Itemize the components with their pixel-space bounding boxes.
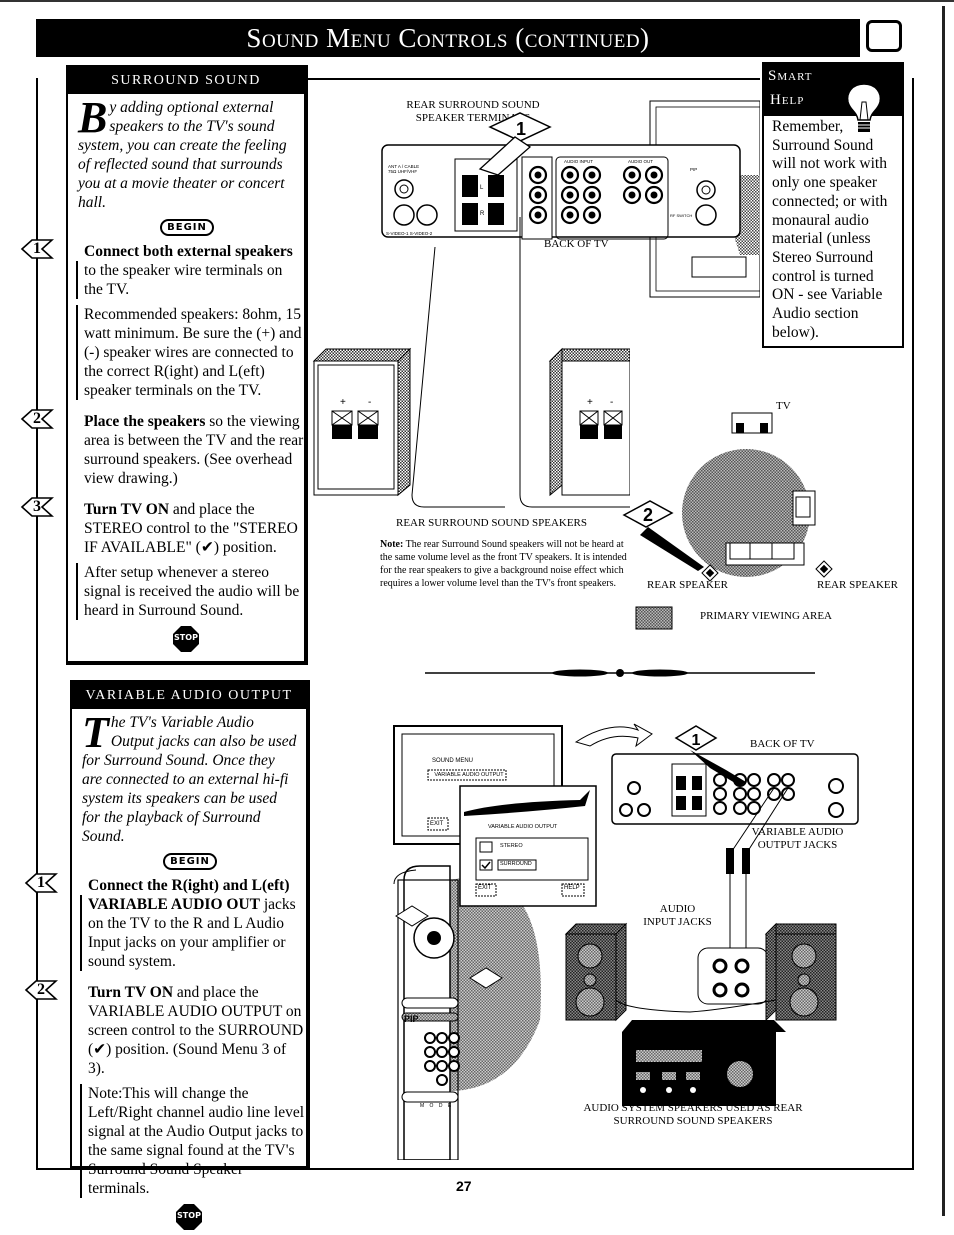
page-right-rule	[942, 6, 945, 1216]
amp-input-plate	[697, 947, 769, 1005]
step-1-extra: Recommended speakers: 8ohm, 15 watt mini…	[76, 305, 304, 400]
stop-sign-icon: STOP	[173, 626, 199, 652]
step-number-badge: 1	[20, 238, 54, 260]
option-surround[interactable]: SURROUND	[500, 861, 532, 867]
va-step-2: 2 Turn TV ON and place the VARIABLE AUDI…	[24, 980, 306, 1078]
rear-speaker-left-label: REAR SPEAKER	[647, 579, 728, 591]
submenu-exit[interactable]: EXIT	[478, 885, 491, 891]
rear-speakers-caption: REAR SURROUND SOUND SPEAKERS	[396, 517, 588, 529]
amplifier	[622, 1020, 786, 1106]
stop-sign-icon: STOP	[176, 1204, 202, 1230]
legend-swatch	[635, 606, 673, 630]
page-top-rule	[0, 0, 954, 2]
svg-text:AUDIO OUT: AUDIO OUT	[628, 159, 653, 164]
back-panel	[381, 144, 741, 238]
step-1-bold: Connect both external speakers	[84, 243, 293, 260]
rear-speakers-drawing: + - + -	[312, 347, 630, 497]
svg-text:R: R	[480, 211, 485, 217]
option-stereo[interactable]: STEREO	[500, 843, 523, 849]
step-number-badge: 2	[24, 979, 58, 1001]
svg-text:75Ω UHF/VHF: 75Ω UHF/VHF	[388, 169, 417, 174]
step-1-body: to the speaker wire terminals on the TV.	[76, 261, 304, 299]
svg-text:1: 1	[692, 732, 701, 749]
tv-label: TV	[776, 400, 791, 412]
svg-text:-: -	[368, 397, 371, 408]
variable-jacks-label: VARIABLE AUDIO OUTPUT JACKS	[751, 826, 844, 851]
audio-speaker-left	[564, 922, 628, 1022]
rear-speaker-right-label: REAR SPEAKER	[817, 579, 898, 591]
svg-text:+: +	[340, 397, 346, 408]
drop-cap: B	[78, 93, 108, 142]
variable-audio-diagram: 1	[393, 723, 859, 1160]
variable-audio-heading: Variable Audio Output	[72, 682, 306, 709]
ornament-divider	[425, 669, 815, 677]
sound-menu-title: SOUND MENU	[432, 758, 474, 764]
step-3: 3 Turn TV ON and place the STEREO contro…	[20, 497, 304, 557]
drop-cap: T	[82, 708, 109, 757]
rca-plug-left	[726, 848, 734, 874]
rear-speaker-right: + -	[548, 347, 630, 497]
step-number-badge: 1	[24, 872, 58, 894]
va-step-1: 1 Connect the R(ight) and L(eft)	[24, 873, 306, 895]
surround-checkbox	[479, 859, 493, 871]
frame-top-rule	[300, 78, 760, 80]
step-2-bold: Place the speakers	[84, 413, 206, 430]
volume-note: Note: The rear Surround Sound speakers w…	[380, 539, 627, 589]
svg-text:2: 2	[643, 505, 653, 525]
svg-text:S-VIDEO-1 S-VIDEO-2: S-VIDEO-1 S-VIDEO-2	[386, 231, 433, 236]
audio-system-caption: AUDIO SYSTEM SPEAKERS USED AS REAR SURRO…	[583, 1102, 803, 1127]
surround-sound-intro: By adding optional external speakers to …	[68, 94, 304, 236]
intro-text: he TV's Variable Audio Output jacks can …	[82, 714, 297, 845]
svg-text:-: -	[610, 397, 613, 408]
svg-text:+: +	[587, 397, 593, 408]
svg-text:1: 1	[516, 119, 526, 139]
va-step-1-body: VARIABLE AUDIO OUT jacks on the TV to th…	[80, 895, 306, 971]
variable-audio-intro: The TV's Variable Audio Output jacks can…	[72, 709, 306, 870]
remote-mode-label: M O D E	[420, 1103, 454, 1109]
surround-sound-heading: Surround Sound	[68, 67, 304, 94]
va-step-2-extra: Note:This will change the Left/Right cha…	[80, 1084, 306, 1198]
back-of-tv-label-bottom: BACK OF TV	[750, 738, 815, 750]
svg-text:PIP: PIP	[690, 167, 697, 172]
begin-badge: BEGIN	[163, 853, 217, 870]
svg-text:AUDIO INPUT: AUDIO INPUT	[564, 159, 593, 164]
audio-speaker-right	[764, 922, 837, 1022]
step-1: 1 Connect both external speakers	[20, 239, 304, 261]
intro-text: y adding optional external speakers to t…	[78, 99, 287, 211]
step-3-bold: Turn TV ON	[84, 501, 170, 518]
page-number: 27	[456, 1178, 472, 1194]
step-number-badge: 3	[20, 496, 54, 518]
submenu-help[interactable]: HELP	[564, 885, 580, 891]
overhead-view-diagram: 2	[622, 412, 833, 630]
curved-arrow-icon	[574, 723, 653, 748]
variable-audio-panel: Variable Audio Output The TV's Variable …	[24, 680, 310, 1230]
step-2: 2 Place the speakers so the viewing area…	[20, 409, 304, 488]
step-number-badge: 2	[20, 408, 54, 430]
surround-sound-panel: Surround Sound By adding optional extern…	[20, 65, 308, 665]
menu-exit[interactable]: EXIT	[430, 821, 443, 827]
remote-pip-label: PIP	[404, 1014, 419, 1024]
submenu-title: VARIABLE AUDIO OUTPUT	[488, 824, 558, 830]
mini-panel-icon	[691, 256, 747, 278]
svg-text:RF SWITCH: RF SWITCH	[670, 213, 692, 218]
menu-selected-item[interactable]: VARIABLE AUDIO OUTPUT	[430, 772, 508, 778]
audio-input-jacks-label: AUDIO INPUT JACKS	[643, 903, 712, 928]
page-title: Sound Menu Controls (continued)	[36, 19, 860, 57]
back-of-tv-label: BACK OF TV	[544, 238, 609, 250]
begin-badge: BEGIN	[160, 219, 214, 236]
rear-speaker-left: + -	[312, 347, 412, 497]
tv-icon	[866, 20, 902, 52]
lightbulb-icon	[846, 83, 882, 132]
step-3-extra: After setup whenever a stereo signal is …	[76, 563, 304, 620]
stereo-checkbox	[479, 841, 493, 853]
smart-help-text: Remember, Surround Sound will not work w…	[772, 118, 888, 341]
legend-label: PRIMARY VIEWING AREA	[700, 610, 833, 622]
